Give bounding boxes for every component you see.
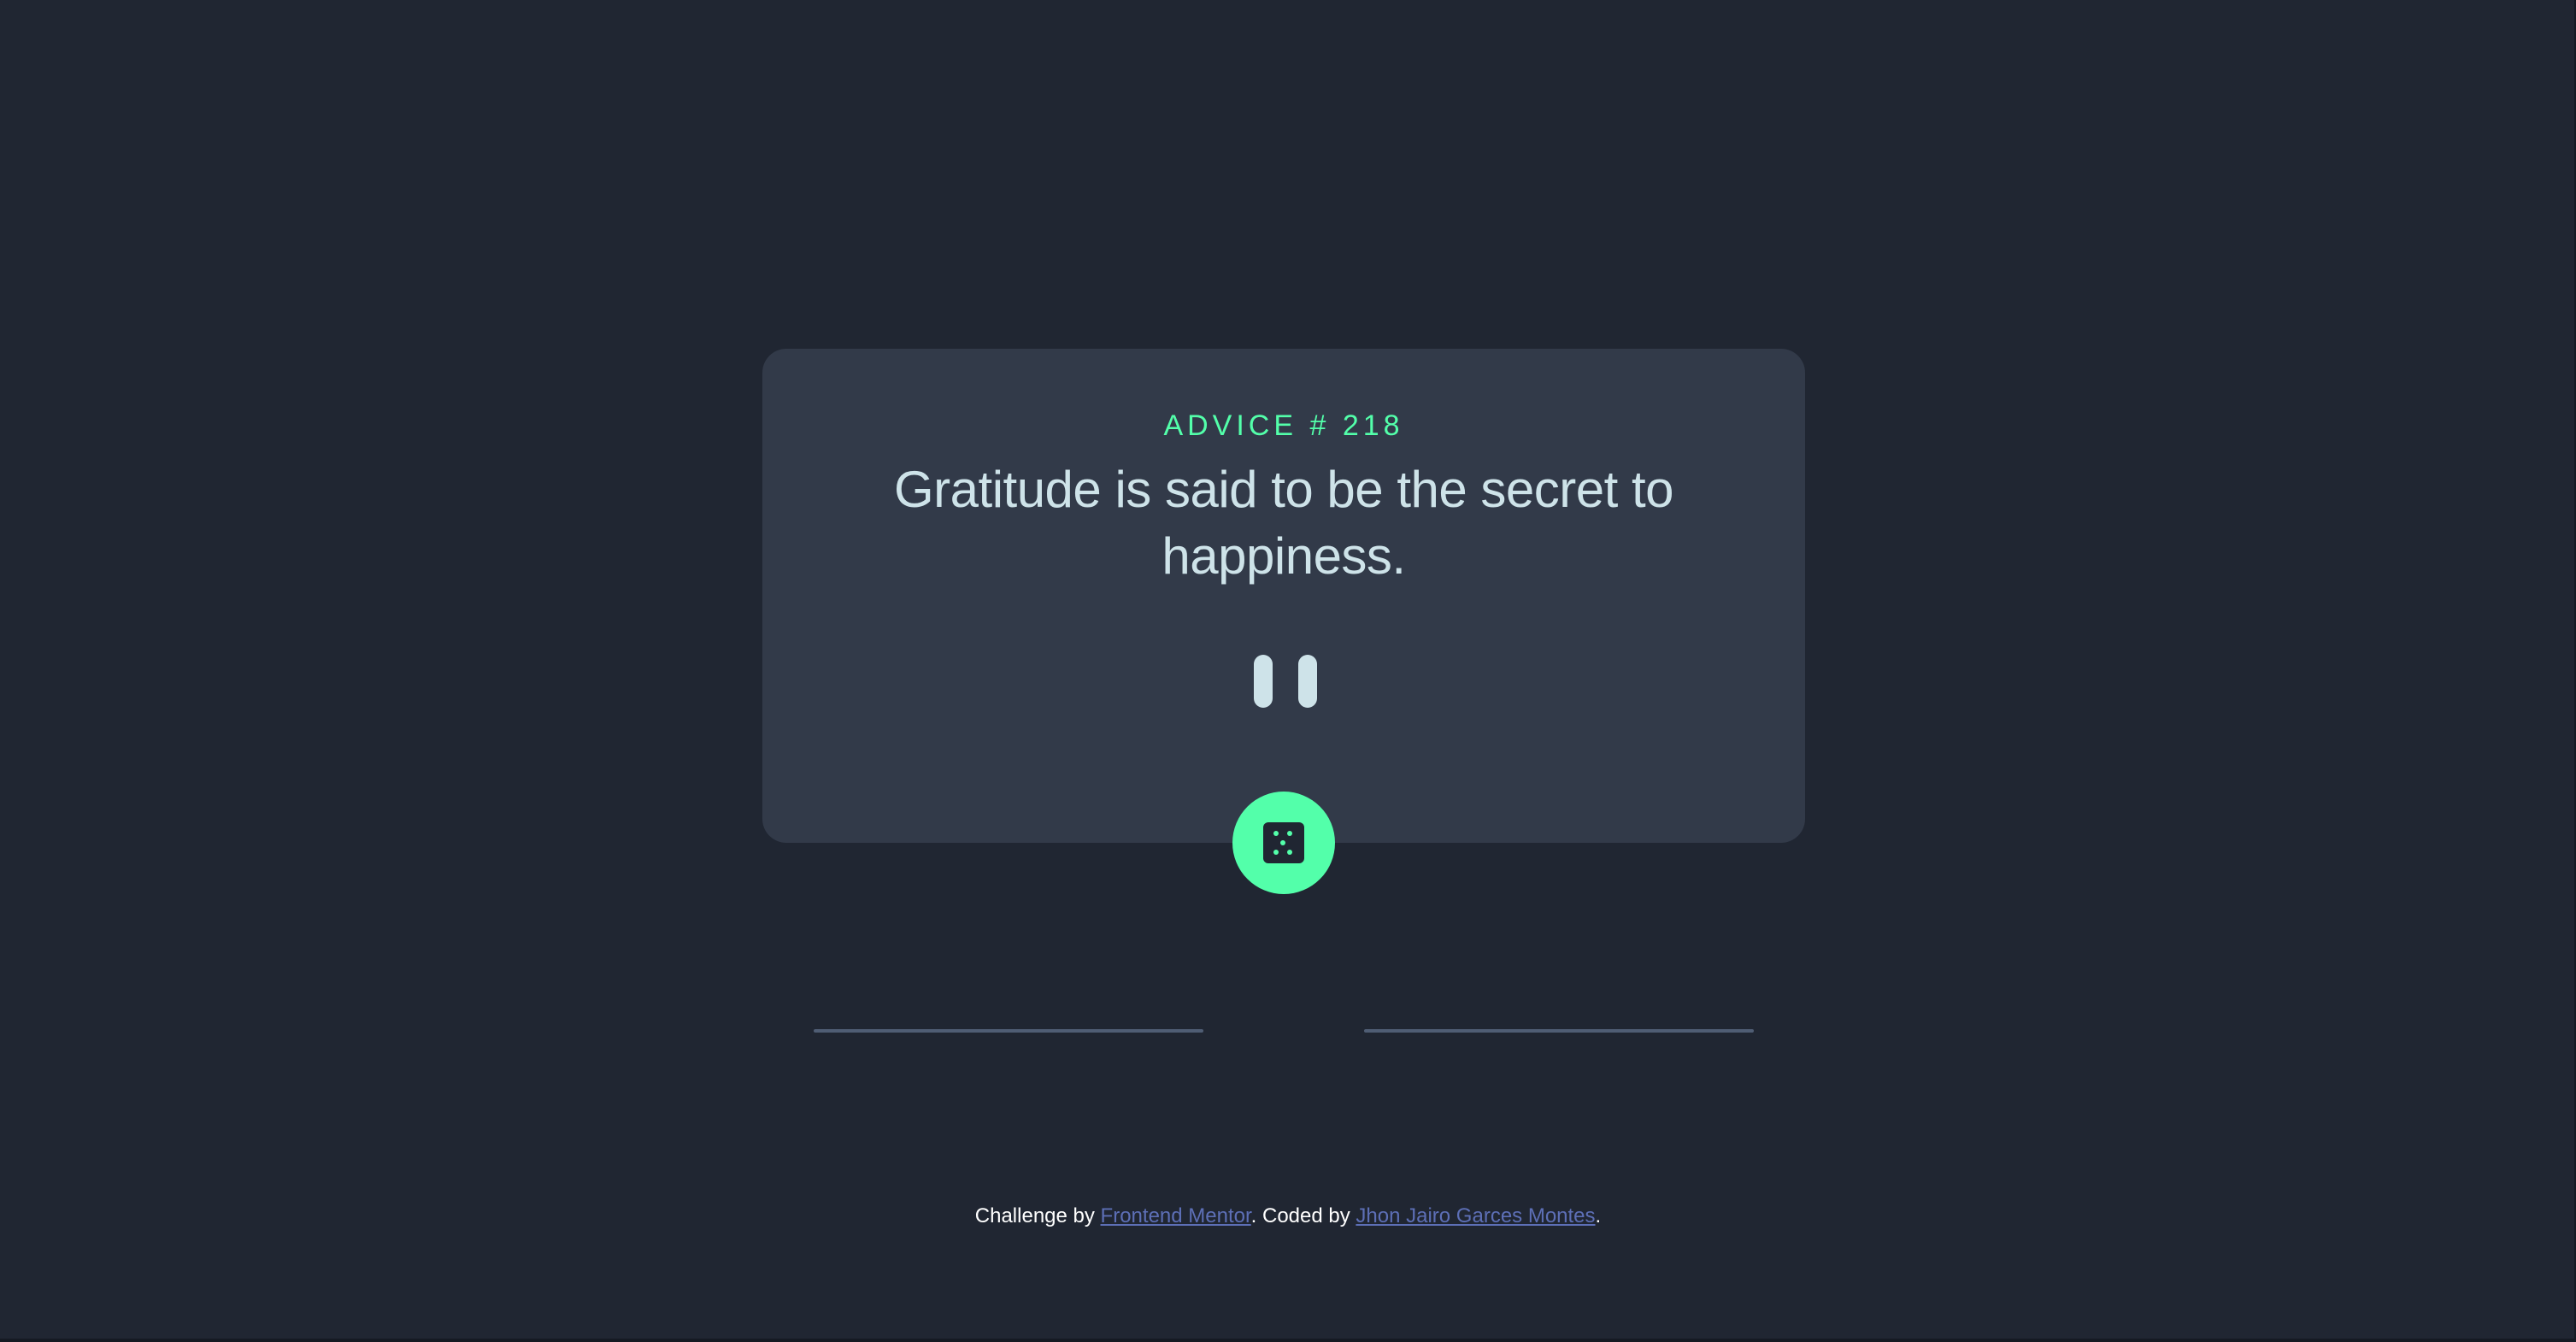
divider-line-right	[1364, 1029, 1754, 1033]
footer-middle: . Coded by	[1250, 1204, 1356, 1227]
divider	[814, 1004, 1754, 1058]
footer-suffix: .	[1595, 1204, 1602, 1227]
divider-line-left	[814, 1029, 1203, 1033]
window-bottom-edge	[0, 1339, 2576, 1342]
footer-prefix: Challenge by	[974, 1204, 1101, 1227]
dice-icon	[1263, 822, 1304, 863]
advice-page: ADVICE # 218 Gratitude is said to be the…	[0, 0, 2576, 1342]
attribution-footer: Challenge by Frontend Mentor. Coded by J…	[0, 1202, 2576, 1231]
advice-card: ADVICE # 218 Gratitude is said to be the…	[762, 349, 1805, 1033]
advice-quote: Gratitude is said to be the secret to ha…	[894, 461, 1674, 585]
pause-icon	[1254, 655, 1317, 708]
advice-id: ADVICE # 218	[1163, 409, 1404, 442]
generate-advice-button[interactable]	[1232, 792, 1335, 894]
frontend-mentor-link[interactable]: Frontend Mentor	[1101, 1204, 1251, 1227]
author-link[interactable]: Jhon Jairo Garces Montes	[1356, 1204, 1595, 1227]
